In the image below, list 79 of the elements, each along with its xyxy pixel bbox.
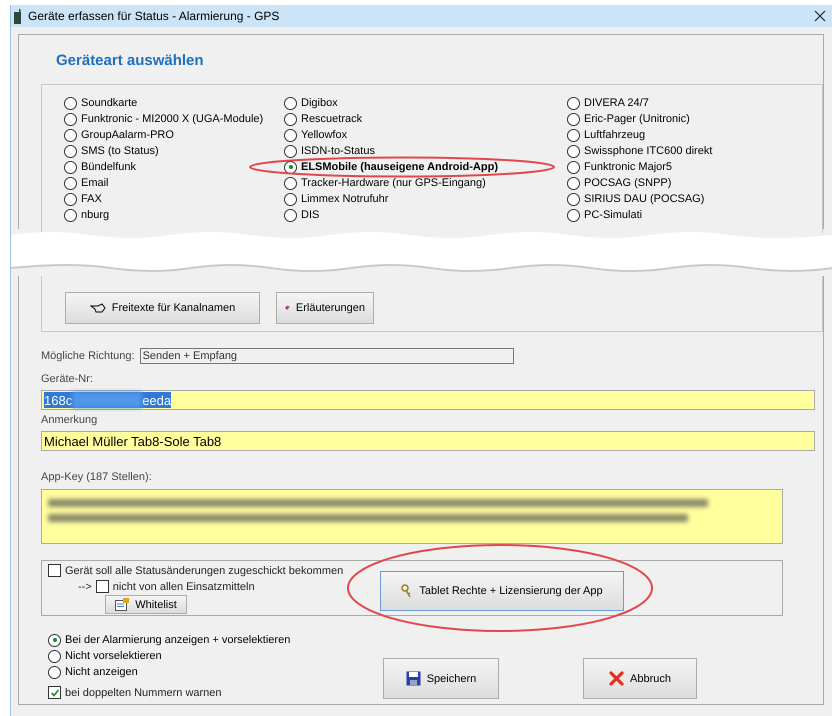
radio-label[interactable]: Nicht anzeigen (65, 666, 138, 678)
radio-button[interactable] (567, 96, 580, 110)
field-label: Mögliche Richtung: (41, 350, 135, 362)
radio-button[interactable] (64, 176, 77, 190)
radio-label[interactable]: GroupAalarm-PRO (81, 129, 174, 141)
checkbox[interactable] (48, 686, 61, 699)
radio-button[interactable] (284, 208, 297, 222)
radio-label[interactable]: Bei der Alarmierung anzeigen + vorselektieren (65, 634, 290, 646)
field-label: App-Key (187 Stellen): (41, 471, 153, 484)
channel-names-button[interactable]: Freitexte für Kanalnamen (65, 292, 260, 324)
radio-button[interactable] (64, 144, 77, 158)
checkbox-label[interactable]: Gerät soll alle Statusänderungen zugeschickt bekommen (65, 564, 344, 576)
radio-button[interactable] (284, 128, 297, 142)
radio-button[interactable] (284, 112, 297, 126)
radio-button[interactable] (284, 176, 297, 190)
radio-label[interactable]: DIS (301, 209, 320, 221)
radio-label[interactable]: FAX (81, 193, 102, 205)
radio-label[interactable]: Limmex Notrufuhr (301, 193, 388, 205)
radio-label[interactable]: Email (81, 177, 109, 189)
radio-label[interactable]: Luftfahrzeug (584, 129, 646, 141)
hand-icon (90, 302, 106, 314)
radio-label[interactable]: Tracker-Hardware (nur GPS-Eingang) (301, 177, 486, 189)
field-label: Anmerkung (41, 414, 98, 427)
radio-button[interactable] (567, 160, 580, 174)
radio-button[interactable] (48, 634, 61, 646)
radio-label[interactable]: Bündelfunk (81, 161, 136, 173)
checkbox[interactable] (48, 564, 61, 577)
app-icon (14, 8, 21, 24)
radio-button[interactable] (567, 176, 580, 190)
radio-button[interactable] (64, 208, 77, 222)
radio-label[interactable]: Rescuetrack (301, 113, 362, 125)
checkbox[interactable] (96, 580, 109, 593)
radio-label[interactable]: Eric-Pager (Unitronic) (584, 113, 690, 125)
save-button[interactable]: Speichern (383, 658, 499, 699)
radio-label[interactable]: Funktronic Major5 (584, 161, 672, 173)
radio-button[interactable] (48, 650, 61, 662)
whitelist-button[interactable]: Whitelist (105, 595, 187, 614)
radio-label[interactable]: nburg (81, 209, 110, 221)
radio-button[interactable] (48, 666, 61, 678)
radio-button[interactable] (64, 160, 77, 174)
radio-label[interactable]: ISDN-to-Status (301, 145, 375, 157)
radio-button[interactable] (284, 144, 297, 158)
radio-label[interactable]: Yellowfox (301, 129, 348, 141)
radio-button[interactable] (567, 144, 580, 158)
cancel-button[interactable]: Abbruch (583, 658, 697, 699)
remark-field[interactable]: Michael Müller Tab8-Sole Tab8 (41, 431, 815, 451)
radio-button[interactable] (567, 208, 580, 222)
radio-button[interactable] (64, 112, 77, 126)
radio-label[interactable]: DIVERA 24/7 (584, 97, 649, 109)
radio-button[interactable] (284, 192, 297, 206)
tablet-license-button[interactable]: Tablet Rechte + Lizensierung der App (380, 571, 624, 611)
radio-label[interactable]: Nicht vorselektieren (65, 650, 162, 662)
radio-label[interactable]: SMS (to Status) (81, 145, 159, 157)
list-icon (115, 598, 130, 611)
radio-label[interactable]: Funktronic - MI2000 X (UGA-Module) (81, 113, 264, 125)
radio-button[interactable] (567, 112, 580, 126)
explanations-button[interactable]: Erläuterungen (276, 292, 374, 324)
radio-button[interactable] (567, 192, 580, 206)
radio-button[interactable] (567, 128, 580, 142)
radio-label[interactable]: ELSMobile (hauseigene Android-App) (301, 161, 498, 173)
radio-button[interactable] (64, 192, 77, 206)
field-label: Geräte-Nr: (41, 373, 94, 386)
checkbox-label[interactable]: nicht von allen Einsatzmitteln (112, 580, 255, 592)
cross-icon (609, 671, 624, 686)
radio-label[interactable]: SIRIUS DAU (POCSAG) (584, 193, 704, 205)
radio-button[interactable] (64, 128, 77, 142)
radio-label[interactable]: Digibox (301, 97, 338, 109)
radio-button[interactable] (284, 96, 297, 110)
direction-field: Senden + Empfang (140, 348, 514, 364)
radio-label[interactable]: Soundkarte (81, 97, 138, 109)
arrow-text: --> (78, 580, 92, 592)
section-heading: Geräteart auswählen (56, 52, 205, 70)
radio-button[interactable] (64, 96, 77, 110)
radio-label[interactable]: POCSAG (SNPP) (584, 177, 672, 189)
window-title: Geräte erfassen für Status - Alarmierung - GPS (28, 9, 280, 23)
radio-label[interactable]: PC-Simulati (584, 209, 642, 221)
radio-label[interactable]: Swissphone ITC600 direkt (584, 145, 712, 157)
app-key-field[interactable] (41, 489, 783, 544)
checkbox-label[interactable]: bei doppelten Nummern warnen (65, 686, 222, 698)
